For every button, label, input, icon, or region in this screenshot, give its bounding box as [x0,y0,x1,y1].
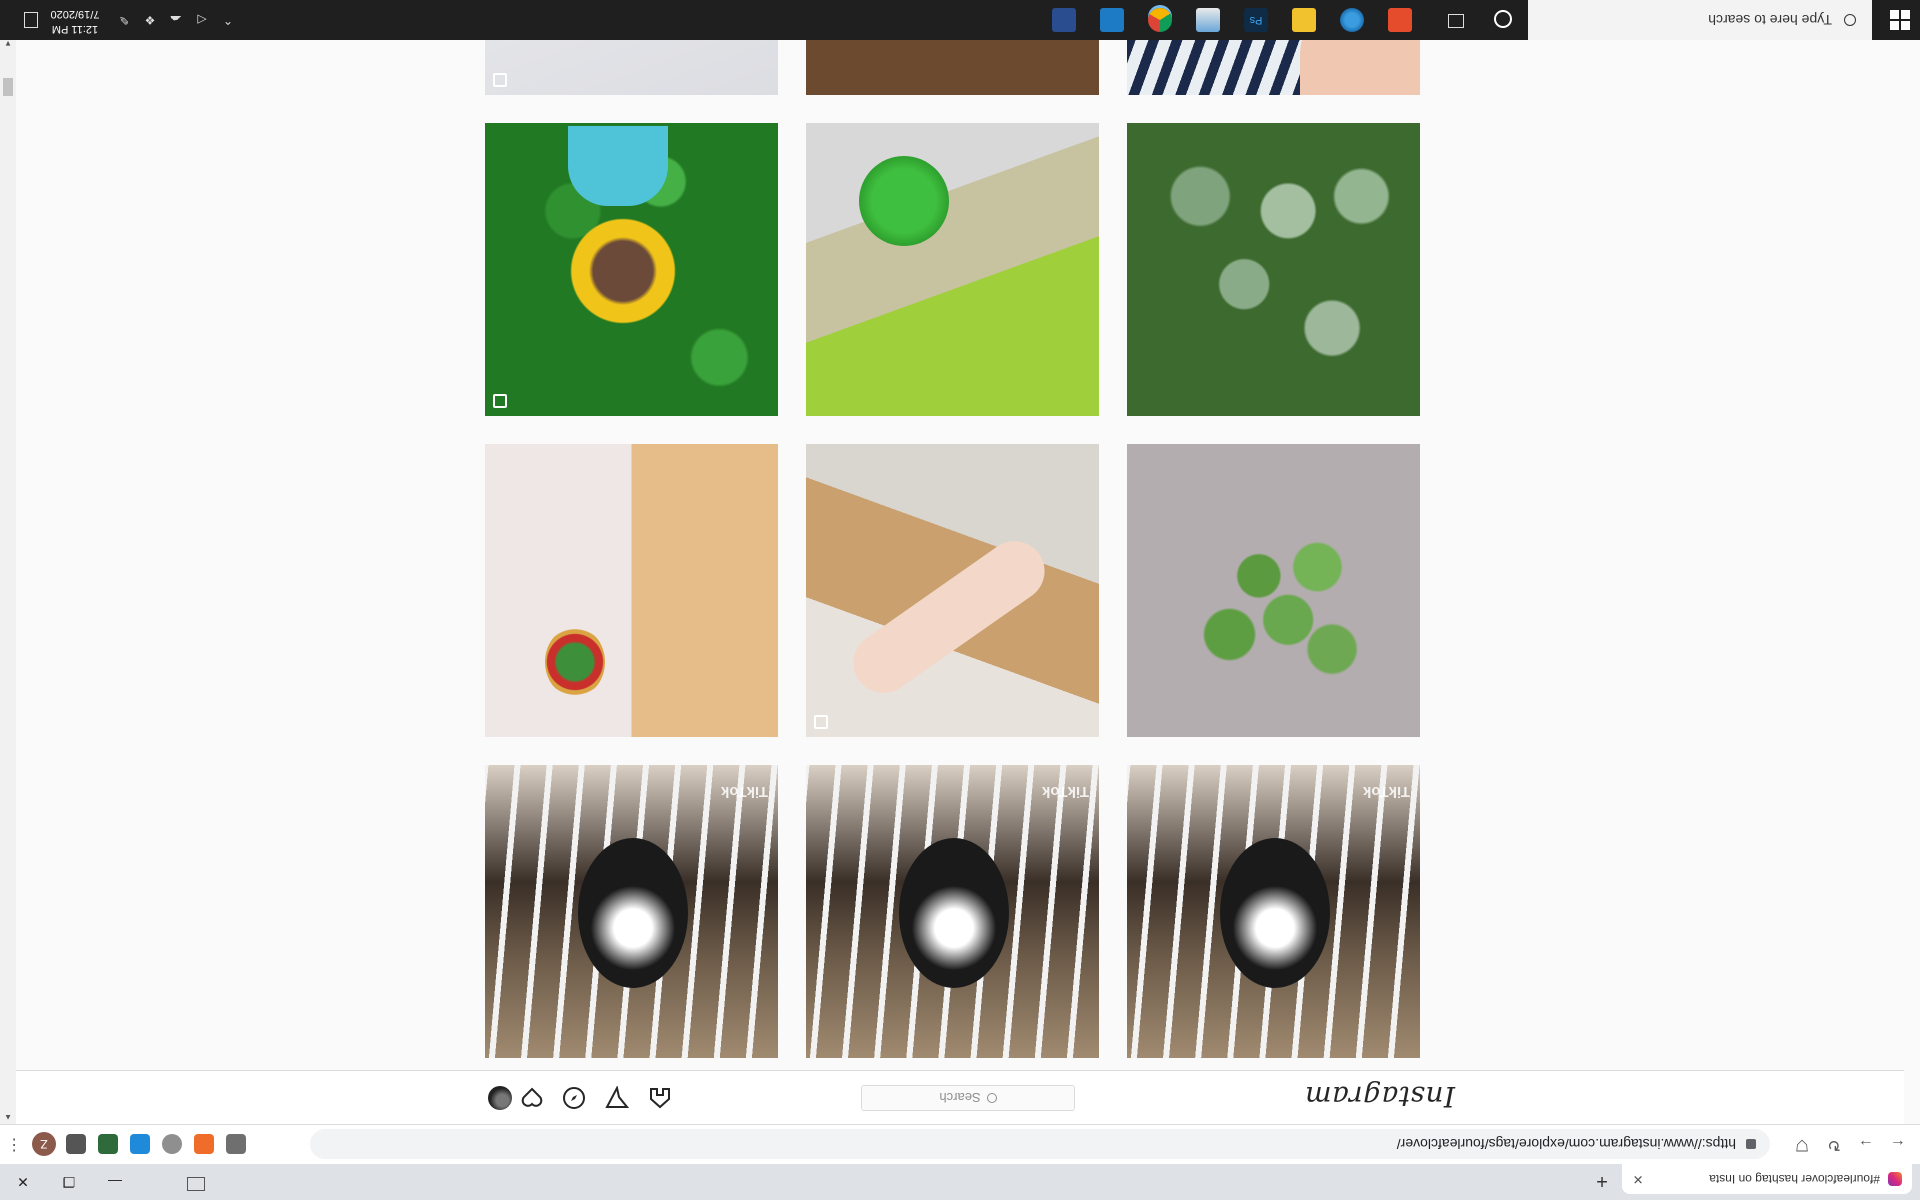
url-text: https://www.instagram.com/explore/tags/f… [1396,1136,1736,1152]
browser-tab-strip: #fourleafclover hashtag on Insta ✕ + — ❐… [0,1164,1920,1200]
search-icon [986,1093,997,1103]
post-clover-patch[interactable] [1127,123,1420,416]
cat-figure [578,838,688,988]
reload-button[interactable]: ↻ [1822,1132,1846,1156]
new-tab-button[interactable]: + [1590,1168,1614,1192]
tab-title: #fourleafclover hashtag on Insta [1709,1172,1880,1186]
clock-time: 12:11 PM [51,23,99,35]
tiktok-watermark: TikTok [1042,783,1089,800]
extension-icon[interactable] [194,1134,214,1154]
instagram-header: Instagram Search [16,1070,1904,1124]
profile-avatar[interactable]: Z [32,1132,56,1156]
screen: #fourleafclover hashtag on Insta ✕ + — ❐… [0,0,1920,1200]
edge-browser-icon[interactable] [1340,8,1364,32]
extension-icon[interactable] [130,1134,150,1154]
tiktok-watermark: TikTok [1363,783,1410,800]
onedrive-cloud-icon[interactable]: ☁ [168,12,184,28]
dropbox-icon[interactable]: ❖ [142,12,158,28]
instagram-logo[interactable]: Instagram [1305,1080,1455,1113]
instagram-favicon-icon [1888,1172,1902,1186]
address-bar[interactable]: https://www.instagram.com/explore/tags/f… [310,1129,1770,1159]
tab-search-icon[interactable] [187,1177,205,1191]
minimize-button[interactable]: — [92,1164,138,1200]
post-doll-in-clovers[interactable] [485,123,778,416]
doll-head-figure [558,216,688,326]
clover-leaf-figure [859,156,949,246]
tab-close-icon[interactable]: ✕ [1628,1171,1648,1187]
pen-icon[interactable]: ✎ [116,12,132,28]
post-cat-cage-3[interactable]: TikTok [485,765,778,1058]
scroll-thumb[interactable] [3,78,13,96]
post-clover-on-pavement[interactable] [1127,444,1420,737]
taskbar-clock[interactable]: 12:11 PM 7/19/2020 [40,6,110,36]
office-app-icon[interactable] [1388,8,1412,32]
instagram-search-input[interactable]: Search [861,1085,1075,1111]
browser-tab[interactable]: #fourleafclover hashtag on Insta ✕ [1622,1164,1912,1194]
notification-center-icon[interactable] [24,12,38,28]
back-button[interactable]: ← [1886,1132,1910,1156]
multiple-photos-icon [814,715,828,729]
multiple-photos-icon [493,394,507,408]
settings-app-icon[interactable] [1100,8,1124,32]
extension-icon[interactable] [226,1134,246,1154]
extension-icon[interactable] [98,1134,118,1154]
activity-heart-icon[interactable] [520,1086,544,1110]
page-scrollbar[interactable]: ▲ ▼ [0,36,16,1124]
posts-grid: TikTok TikTok TikTok [484,0,1420,1058]
extension-shield-icon[interactable]: ⛉ [1790,1132,1814,1156]
tiktok-watermark: TikTok [721,783,768,800]
taskbar-search-box[interactable]: Type here to search [1528,0,1872,40]
direct-messages-icon[interactable] [605,1085,630,1110]
volume-icon[interactable]: ◁ [194,12,210,28]
browser-toolbar: ← → ↻ ⛉ https://www.instagram.com/explor… [0,1124,1920,1164]
doll-shirt-figure [568,126,668,206]
post-hands-desk[interactable] [806,444,1099,737]
file-explorer-icon[interactable] [1292,8,1316,32]
clock-date: 7/19/2020 [50,8,100,20]
taskbar-search-placeholder: Type here to search [1708,12,1832,28]
cat-figure [899,838,1009,988]
post-clover-pendant-package[interactable] [485,444,778,737]
home-icon[interactable] [648,1086,672,1110]
close-window-button[interactable]: ✕ [0,1164,46,1200]
photos-app-icon[interactable] [1196,8,1220,32]
forward-button[interactable]: → [1854,1132,1878,1156]
task-view-icon[interactable] [1448,14,1464,28]
post-four-leaf-clover-grass[interactable] [806,123,1099,416]
calculator-app-icon[interactable] [1052,8,1076,32]
scroll-up-arrow-icon[interactable]: ▲ [0,1110,16,1124]
chrome-browser-icon[interactable] [1148,8,1172,32]
post-cat-cage-2[interactable]: TikTok [806,765,1099,1058]
show-hidden-icons-chevron-icon[interactable]: ⌃ [220,12,236,28]
photoshop-icon[interactable]: Ps [1244,8,1268,32]
profile-avatar[interactable] [488,1086,512,1110]
extension-icon[interactable] [162,1134,182,1154]
arm-figure [841,529,1057,705]
cat-figure [1220,838,1330,988]
multiple-photos-icon [493,73,507,87]
lock-icon [1746,1139,1756,1149]
puzzle-extensions-icon[interactable] [66,1134,86,1154]
pendant-figure [545,627,605,697]
search-icon [1844,14,1856,26]
browser-menu-icon[interactable]: ⋮ [6,1132,22,1156]
explore-compass-icon[interactable] [562,1086,586,1110]
cortana-icon[interactable] [1494,10,1512,28]
restore-button[interactable]: ❐ [46,1164,92,1200]
windows-taskbar: Type here to search Ps ⌃ ◁ ☁ ❖ ✎ 12:11 P… [0,0,1920,40]
windows-start-icon[interactable] [1890,10,1910,30]
search-placeholder: Search [939,1090,981,1106]
post-cat-cage-1[interactable]: TikTok [1127,765,1420,1058]
